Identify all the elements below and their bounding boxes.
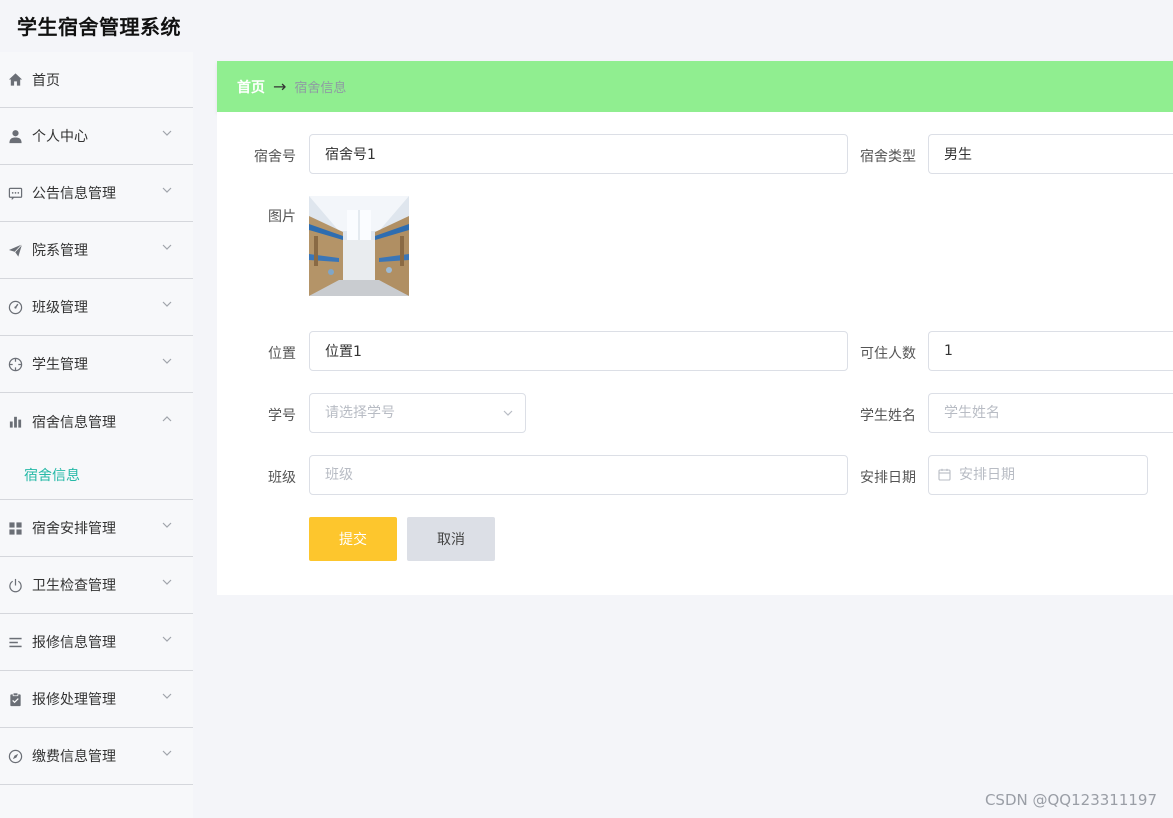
home-icon bbox=[7, 72, 23, 88]
dorm-photo[interactable] bbox=[309, 196, 409, 296]
breadcrumb: 首页 → 宿舍信息 bbox=[217, 61, 1173, 112]
breadcrumb-home-link[interactable]: 首页 bbox=[237, 77, 265, 97]
chevron-down-icon bbox=[161, 519, 173, 531]
power-icon bbox=[7, 577, 23, 593]
chevron-down-icon bbox=[161, 355, 173, 367]
photo-label: 图片 bbox=[268, 209, 296, 225]
capacity-input[interactable] bbox=[928, 331, 1173, 371]
message-icon bbox=[7, 185, 23, 201]
sidebar-item-label: 报修处理管理 bbox=[32, 692, 116, 708]
class-label: 班级 bbox=[268, 470, 296, 486]
sidebar-item-repair-info[interactable]: 报修信息管理 bbox=[0, 614, 193, 671]
grid-icon bbox=[7, 520, 23, 536]
sidebar-item-dorm-arrangement[interactable]: 宿舍安排管理 bbox=[0, 500, 193, 557]
sidebar-item-notices[interactable]: 公告信息管理 bbox=[0, 165, 193, 222]
sidebar-item-payments[interactable]: 缴费信息管理 bbox=[0, 728, 193, 785]
chevron-down-icon bbox=[161, 241, 173, 253]
sidebar-item-label: 宿舍信息管理 bbox=[32, 414, 116, 431]
sidebar-item-profile[interactable]: 个人中心 bbox=[0, 108, 193, 165]
sidebar-item-label: 卫生检查管理 bbox=[32, 578, 116, 594]
arrange-date-input[interactable] bbox=[928, 455, 1148, 495]
list-icon bbox=[7, 634, 23, 650]
sidebar-subitem-label: 宿舍信息 bbox=[24, 467, 80, 484]
user-icon bbox=[7, 128, 23, 144]
dashboard-icon bbox=[7, 299, 23, 315]
compass-icon bbox=[7, 748, 23, 764]
dorm-number-input[interactable] bbox=[309, 134, 848, 174]
sidebar-item-dorm-info[interactable]: 宿舍信息管理 bbox=[0, 393, 193, 450]
bar-chart-icon bbox=[7, 414, 23, 430]
sidebar-item-label: 班级管理 bbox=[32, 300, 88, 316]
sidebar-item-label: 首页 bbox=[32, 72, 60, 89]
chevron-down-icon bbox=[161, 633, 173, 645]
student-id-label: 学号 bbox=[268, 408, 296, 424]
chevron-up-icon bbox=[161, 413, 173, 425]
class-input[interactable] bbox=[309, 455, 848, 495]
paper-plane-icon bbox=[7, 242, 23, 258]
arrange-date-label: 安排日期 bbox=[860, 470, 916, 486]
sidebar-item-label: 学生管理 bbox=[32, 357, 88, 373]
sidebar: 首页 个人中心 公告信息管理 院系管理 班级管理 学生管理 宿舍信息管理 宿舍信… bbox=[0, 52, 193, 818]
dorm-type-label: 宿舍类型 bbox=[860, 149, 916, 165]
breadcrumb-separator: → bbox=[273, 77, 287, 96]
chevron-down-icon bbox=[161, 747, 173, 759]
watermark: CSDN @QQ123311197 bbox=[984, 791, 1157, 809]
sidebar-item-label: 个人中心 bbox=[32, 129, 88, 145]
sidebar-item-departments[interactable]: 院系管理 bbox=[0, 222, 193, 279]
cancel-button[interactable]: 取消 bbox=[407, 517, 495, 561]
crosshair-icon bbox=[7, 356, 23, 372]
dorm-info-form: 宿舍号 宿舍类型 图片 位置 可住人数 学号 bbox=[217, 112, 1173, 595]
location-input[interactable] bbox=[309, 331, 848, 371]
chevron-down-icon bbox=[161, 127, 173, 139]
dorm-number-label: 宿舍号 bbox=[254, 149, 296, 165]
sidebar-item-label: 报修信息管理 bbox=[32, 635, 116, 651]
sidebar-item-home[interactable]: 首页 bbox=[0, 52, 193, 108]
chevron-down-icon bbox=[161, 298, 173, 310]
student-name-input[interactable] bbox=[928, 393, 1173, 433]
sidebar-item-label: 公告信息管理 bbox=[32, 186, 116, 202]
chevron-down-icon bbox=[502, 407, 514, 419]
chevron-down-icon bbox=[161, 576, 173, 588]
calendar-icon bbox=[938, 468, 951, 481]
student-id-select-input[interactable] bbox=[309, 393, 526, 433]
clipboard-icon bbox=[7, 691, 23, 707]
student-name-label: 学生姓名 bbox=[860, 408, 916, 424]
dorm-type-input[interactable] bbox=[928, 134, 1173, 174]
sidebar-item-label: 宿舍安排管理 bbox=[32, 521, 116, 537]
sidebar-subitem-dorm-info[interactable]: 宿舍信息 bbox=[0, 450, 193, 500]
location-label: 位置 bbox=[268, 346, 296, 362]
sidebar-item-classes[interactable]: 班级管理 bbox=[0, 279, 193, 336]
submit-button[interactable]: 提交 bbox=[309, 517, 397, 561]
capacity-label: 可住人数 bbox=[860, 346, 916, 362]
breadcrumb-current: 宿舍信息 bbox=[294, 81, 347, 96]
sidebar-item-label: 院系管理 bbox=[32, 243, 88, 259]
sidebar-item-label: 缴费信息管理 bbox=[32, 749, 116, 765]
arrange-date-picker[interactable] bbox=[928, 455, 1148, 495]
student-id-select[interactable] bbox=[309, 393, 526, 433]
chevron-down-icon bbox=[161, 690, 173, 702]
sidebar-item-repair-processing[interactable]: 报修处理管理 bbox=[0, 671, 193, 728]
chevron-down-icon bbox=[161, 184, 173, 196]
app-title: 学生宿舍管理系统 bbox=[17, 15, 181, 39]
sidebar-item-hygiene[interactable]: 卫生检查管理 bbox=[0, 557, 193, 614]
sidebar-item-students[interactable]: 学生管理 bbox=[0, 336, 193, 393]
